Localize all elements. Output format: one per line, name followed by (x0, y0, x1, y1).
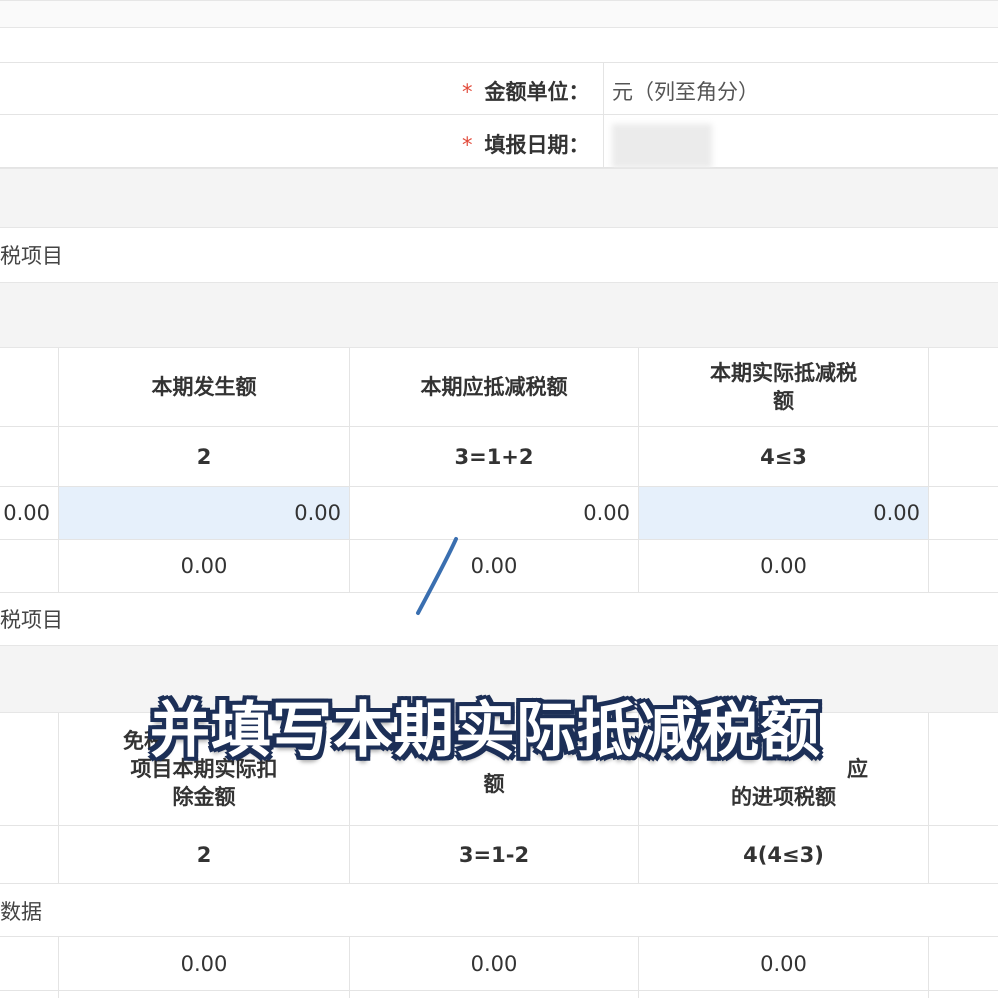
fill-date-label: * 填报日期： (462, 133, 590, 157)
table1-row2-cell: 0.00 (470, 554, 518, 578)
table1-row1-input[interactable]: 0.00 (59, 487, 349, 539)
required-mark: * (462, 133, 473, 157)
video-caption: 并填写本期实际抵减税额 (150, 696, 821, 766)
amount-unit-value: 元（列至角分） (612, 80, 759, 104)
table1-code: 3=1+2 (454, 444, 534, 469)
table1-header-current-amount: 本期发生额 (151, 375, 257, 399)
table1-row1-cell[interactable]: 0.00 (0, 487, 58, 539)
table3-cell: 0.00 (180, 951, 228, 976)
table1-code: 4≤3 (760, 444, 807, 469)
table1-row2-cell: 0.00 (760, 554, 807, 578)
section-title-1: 税项目 (0, 244, 63, 268)
table1-row2-cell: 0.00 (180, 554, 228, 578)
table2-code: 2 (196, 842, 212, 867)
table3-cell: 0.00 (470, 951, 518, 976)
section-title-3: 数据 (0, 900, 42, 924)
pen-stroke-icon (416, 537, 458, 615)
fill-date-value[interactable] (612, 124, 712, 168)
section-title-2: 税项目 (0, 608, 63, 632)
table1-row1-input[interactable]: 0.00 (639, 487, 928, 539)
table1-header-deductible-tax: 本期应抵减税额 (420, 375, 568, 399)
table1-row1-cell[interactable]: 0.00 (350, 487, 638, 539)
table2-code: 4(4≤3) (743, 842, 824, 867)
required-mark: * (462, 80, 473, 104)
amount-unit-label: * 金额单位： (462, 80, 590, 104)
table1-header-actual-deduction: 本期实际抵减税额 (710, 361, 857, 413)
table3-cell: 0.00 (760, 951, 807, 976)
table2-code: 3=1-2 (458, 842, 530, 867)
table1-code: 2 (196, 444, 212, 469)
